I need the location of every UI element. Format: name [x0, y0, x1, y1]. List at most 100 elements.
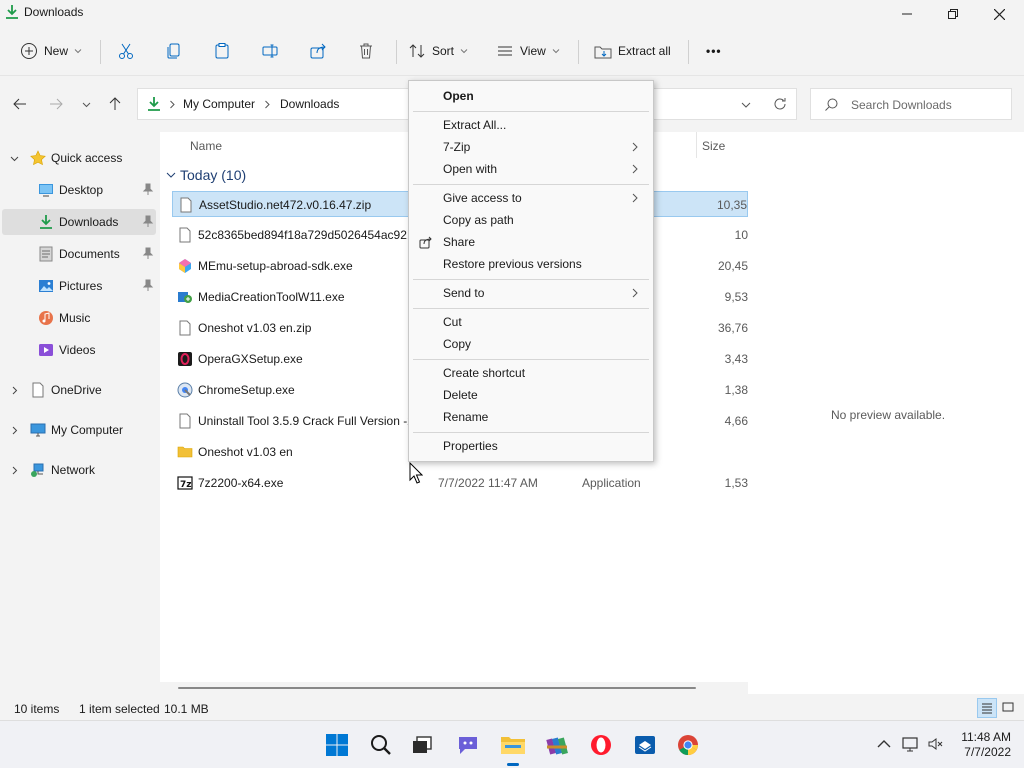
cut-button[interactable]	[117, 38, 135, 64]
toolbar-divider	[100, 40, 101, 64]
chevron-right-icon	[632, 288, 638, 298]
svg-text:7z: 7z	[180, 480, 192, 490]
close-button[interactable]	[976, 0, 1022, 28]
menu-separator	[413, 279, 649, 280]
menu-item-restore-previous[interactable]: Restore previous versions	[411, 253, 651, 275]
chevron-up-icon[interactable]	[875, 735, 893, 753]
details-view-button[interactable]	[977, 698, 997, 718]
sidebar-item-documents[interactable]: Documents	[0, 241, 158, 267]
sidebar-item-onedrive[interactable]: OneDrive	[0, 377, 158, 403]
refresh-button[interactable]	[770, 94, 790, 114]
column-header-name[interactable]: Name	[190, 139, 222, 153]
back-button[interactable]	[10, 94, 30, 114]
maximize-button[interactable]	[930, 0, 976, 28]
search-placeholder: Search Downloads	[851, 98, 952, 112]
chrome-taskbar-button[interactable]	[672, 729, 704, 761]
breadcrumb-my-computer[interactable]: My Computer	[183, 97, 255, 111]
up-button[interactable]	[105, 94, 125, 114]
view-label: View	[520, 44, 546, 58]
menu-label: Give access to	[443, 191, 522, 205]
group-header-today[interactable]: Today (10)	[166, 167, 246, 183]
volume-muted-icon[interactable]	[927, 735, 945, 753]
menu-item-give-access[interactable]: Give access to	[411, 187, 651, 209]
file-icon	[179, 413, 191, 429]
sidebar-item-network[interactable]: Network	[0, 457, 158, 483]
search-icon	[371, 735, 391, 755]
start-button[interactable]	[321, 729, 353, 761]
network-display-icon[interactable]	[902, 735, 920, 753]
extract-icon	[594, 46, 612, 59]
sidebar-item-quick-access[interactable]: Quick access	[0, 145, 158, 171]
rename-button[interactable]	[261, 38, 279, 64]
menu-label: Delete	[443, 388, 478, 402]
more-icon: •••	[706, 44, 722, 58]
menu-item-cut[interactable]: Cut	[411, 311, 651, 333]
menu-item-delete[interactable]: Delete	[411, 384, 651, 406]
file-icon	[179, 227, 191, 243]
breadcrumb-downloads[interactable]: Downloads	[280, 97, 339, 111]
file-icon	[32, 382, 44, 398]
chevron-down-icon	[10, 156, 19, 162]
minimize-button[interactable]	[884, 0, 930, 28]
chevron-right-icon	[170, 100, 175, 109]
view-button[interactable]: View	[496, 38, 560, 64]
chevron-down-icon	[74, 49, 82, 54]
file-type: Application	[582, 476, 641, 490]
menu-item-open-with[interactable]: Open with	[411, 158, 651, 180]
winrar-taskbar-button[interactable]	[541, 729, 573, 761]
horizontal-scrollbar[interactable]	[160, 682, 748, 694]
recent-locations-button[interactable]	[76, 94, 96, 114]
more-options-button[interactable]: •••	[706, 38, 722, 64]
paste-button[interactable]	[213, 38, 231, 64]
extract-all-button[interactable]: Extract all	[594, 38, 671, 64]
opera-taskbar-button[interactable]	[585, 729, 617, 761]
new-button[interactable]: New	[20, 38, 82, 64]
sidebar-item-downloads[interactable]: Downloads	[2, 209, 156, 235]
group-label: Today (10)	[180, 167, 247, 183]
search-box[interactable]: Search Downloads	[810, 88, 1012, 120]
system-clock[interactable]: 11:48 AM 7/7/2022	[955, 730, 1011, 760]
menu-label: Share	[443, 235, 476, 249]
opera-icon	[591, 735, 611, 755]
forward-button[interactable]	[46, 94, 66, 114]
menu-separator	[413, 359, 649, 360]
task-view-button[interactable]	[406, 729, 438, 761]
menu-item-copy-as-path[interactable]: Copy as path	[411, 209, 651, 231]
sidebar-item-my-computer[interactable]: My Computer	[0, 417, 158, 443]
sidebar-label: Pictures	[59, 279, 103, 293]
menu-item-7zip[interactable]: 7-Zip	[411, 136, 651, 158]
menu-item-extract-all[interactable]: Extract All...	[411, 114, 651, 136]
menu-item-create-shortcut[interactable]: Create shortcut	[411, 362, 651, 384]
share-icon	[310, 43, 326, 59]
sidebar-label: Quick access	[51, 151, 123, 165]
share-button[interactable]	[309, 38, 327, 64]
file-date: 7/7/2022 11:47 AM	[438, 476, 538, 490]
menu-item-rename[interactable]: Rename	[411, 406, 651, 428]
taskbar-search-button[interactable]	[365, 729, 397, 761]
pin-icon	[142, 247, 154, 259]
teams-chat-button[interactable]	[452, 729, 484, 761]
file-name: Oneshot v1.03 en	[198, 445, 293, 459]
sidebar-item-desktop[interactable]: Desktop	[0, 177, 158, 203]
copy-button[interactable]	[165, 38, 183, 64]
tiles-view-button[interactable]	[998, 698, 1018, 718]
file-explorer-taskbar-button[interactable]	[497, 729, 529, 766]
scrollbar-thumb[interactable]	[178, 687, 696, 689]
chevron-right-icon	[632, 193, 638, 203]
sidebar-item-pictures[interactable]: Pictures	[0, 273, 158, 299]
column-header-size[interactable]: Size	[702, 139, 725, 153]
menu-item-open[interactable]: Open	[411, 85, 651, 107]
chevron-down-icon[interactable]	[741, 100, 751, 110]
delete-button[interactable]	[357, 38, 375, 64]
menu-item-send-to[interactable]: Send to	[411, 282, 651, 304]
star-icon	[30, 150, 46, 166]
plus-circle-icon	[21, 43, 37, 59]
menu-item-share[interactable]: Share	[411, 231, 651, 253]
menu-item-properties[interactable]: Properties	[411, 435, 651, 457]
sidebar-item-music[interactable]: Music	[0, 305, 158, 331]
sidebar-item-videos[interactable]: Videos	[0, 337, 158, 363]
sort-button[interactable]: Sort	[408, 38, 468, 64]
file-row[interactable]: 7z 7z2200-x64.exe 7/7/2022 11:47 AM Appl…	[172, 470, 748, 496]
menu-item-copy[interactable]: Copy	[411, 333, 651, 355]
microsoft-store-button[interactable]	[629, 729, 661, 761]
